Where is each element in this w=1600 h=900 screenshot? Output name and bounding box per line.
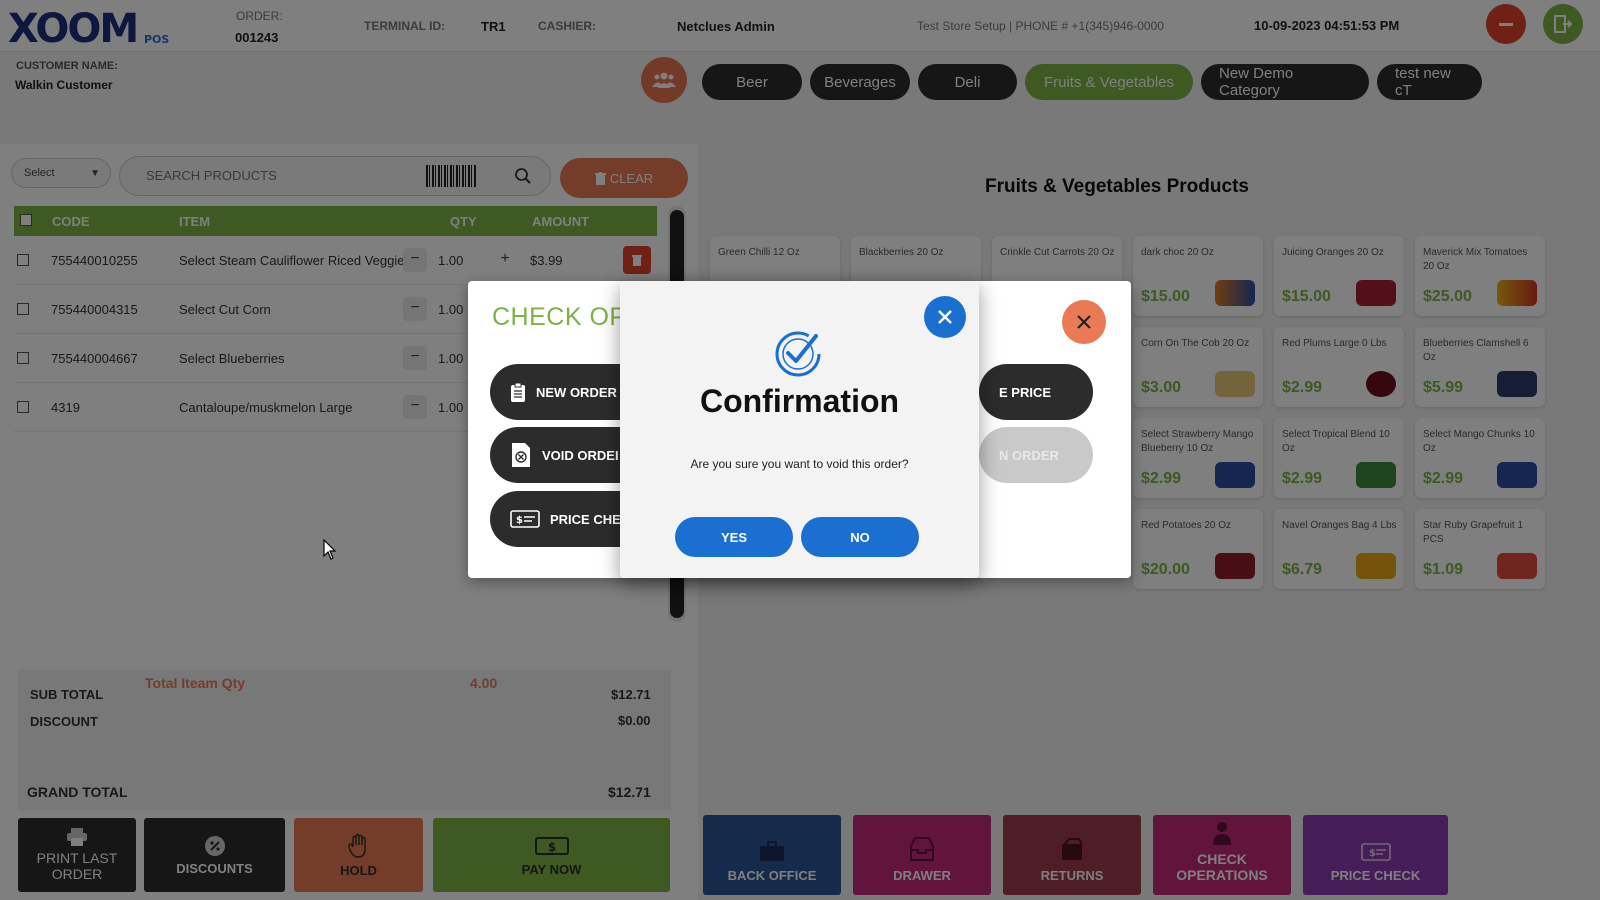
confirmation-title: Confirmation: [699, 383, 900, 419]
change-price-label: E PRICE: [999, 384, 1052, 400]
confirmation-dialog: Confirmation Are you sure you want to vo…: [620, 281, 979, 578]
open-order-label: N ORDER: [999, 447, 1059, 463]
yes-button[interactable]: YES: [675, 517, 793, 557]
change-price-button[interactable]: E PRICE: [979, 364, 1093, 420]
confirmation-message: Are you sure you want to void this order…: [690, 457, 909, 471]
price-tag-icon: $: [510, 510, 540, 528]
close-icon: [938, 310, 952, 324]
svg-text:$: $: [516, 515, 523, 526]
void-document-icon: [512, 443, 530, 467]
price-check-option-label: PRICE CHEC: [550, 511, 631, 527]
mouse-cursor-icon: [323, 539, 337, 560]
clipboard-icon: [511, 382, 525, 402]
close-icon: [1077, 315, 1091, 329]
check-operations-close-button[interactable]: [1062, 300, 1106, 344]
no-button[interactable]: NO: [801, 517, 919, 557]
void-order-label: VOID ORDEI: [542, 447, 619, 463]
confirmation-close-button[interactable]: [924, 296, 966, 338]
new-order-label: NEW ORDER: [536, 384, 617, 400]
open-order-button[interactable]: N ORDER: [979, 427, 1093, 483]
check-badge-icon: [775, 331, 821, 377]
